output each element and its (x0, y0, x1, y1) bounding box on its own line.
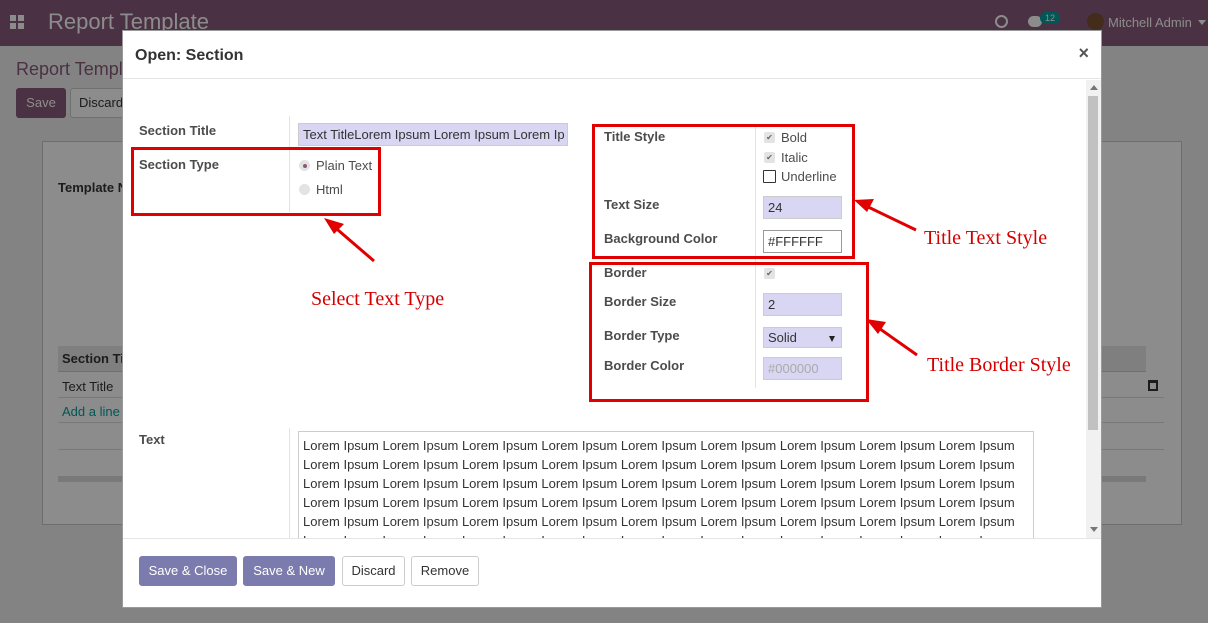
arrow-head (854, 199, 874, 212)
arrow-line (861, 202, 917, 232)
title-text-style-annotation: Title Text Style (924, 227, 1048, 249)
select-text-type-annotation: Select Text Type (311, 288, 445, 310)
title-border-style-annotation: Title Border Style (927, 354, 1071, 376)
annotation-arrows (324, 199, 918, 357)
